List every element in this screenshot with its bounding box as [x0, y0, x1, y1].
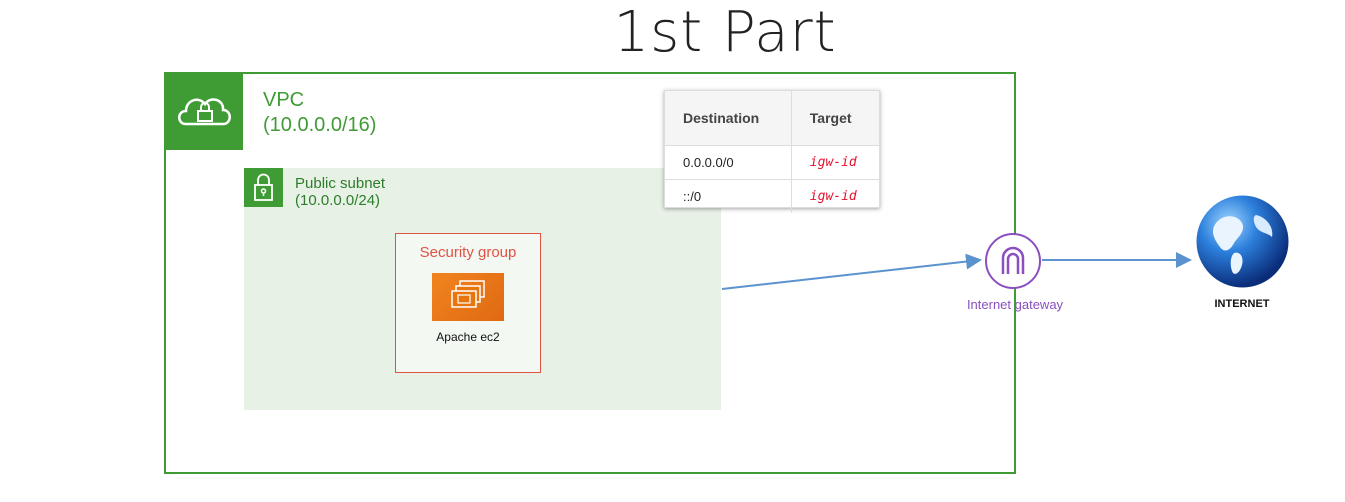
internet-gateway-label: Internet gateway — [966, 297, 1064, 312]
globe-icon — [1194, 193, 1291, 290]
connector-layer — [721, 252, 1192, 290]
internet-label: INTERNET — [1214, 298, 1270, 310]
subnet-to-gateway-arrow — [721, 253, 982, 290]
internet-gateway-icon — [984, 232, 1042, 290]
